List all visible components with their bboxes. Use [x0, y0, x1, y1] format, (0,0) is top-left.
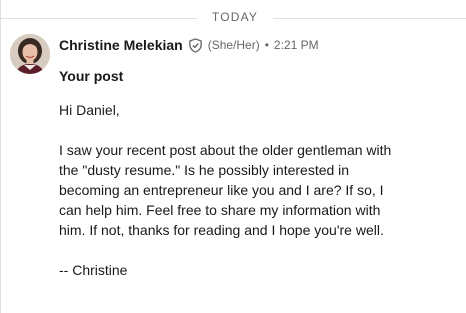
date-divider-label: TODAY	[211, 10, 259, 24]
avatar-photo	[10, 34, 50, 74]
divider-line-left	[1, 18, 197, 19]
paragraph-line: him. If not, thanks for reading and I ho…	[59, 222, 384, 238]
sender-avatar[interactable]	[10, 34, 50, 74]
message-subject: Your post	[59, 68, 124, 84]
message-signature: -- Christine	[59, 262, 128, 278]
paragraph-line: the "dusty resume." Is he possibly inter…	[59, 162, 350, 178]
message-header: Christine Melekian (She/Her) • 2:21 PM	[59, 36, 319, 54]
message-greeting: Hi Daniel,	[59, 102, 120, 118]
verified-shield-icon	[188, 37, 203, 53]
paragraph-line: becoming an entrepreneur like you and I …	[59, 182, 384, 198]
sender-name[interactable]: Christine Melekian	[59, 37, 183, 53]
divider-line-right	[273, 18, 466, 19]
message-timestamp: 2:21 PM	[273, 38, 319, 52]
message-thread: TODAY Christine Melekian (She/Her) • 2:2…	[0, 0, 466, 313]
separator-dot: •	[264, 38, 269, 52]
message-paragraph: I saw your recent post about the older g…	[59, 140, 439, 240]
sender-pronouns: (She/Her)	[207, 38, 260, 52]
date-divider: TODAY	[1, 10, 466, 26]
paragraph-line: I saw your recent post about the older g…	[59, 142, 392, 158]
message-body: Hi Daniel, I saw your recent post about …	[59, 100, 439, 300]
paragraph-line: can help him. Feel free to share my info…	[59, 202, 381, 218]
